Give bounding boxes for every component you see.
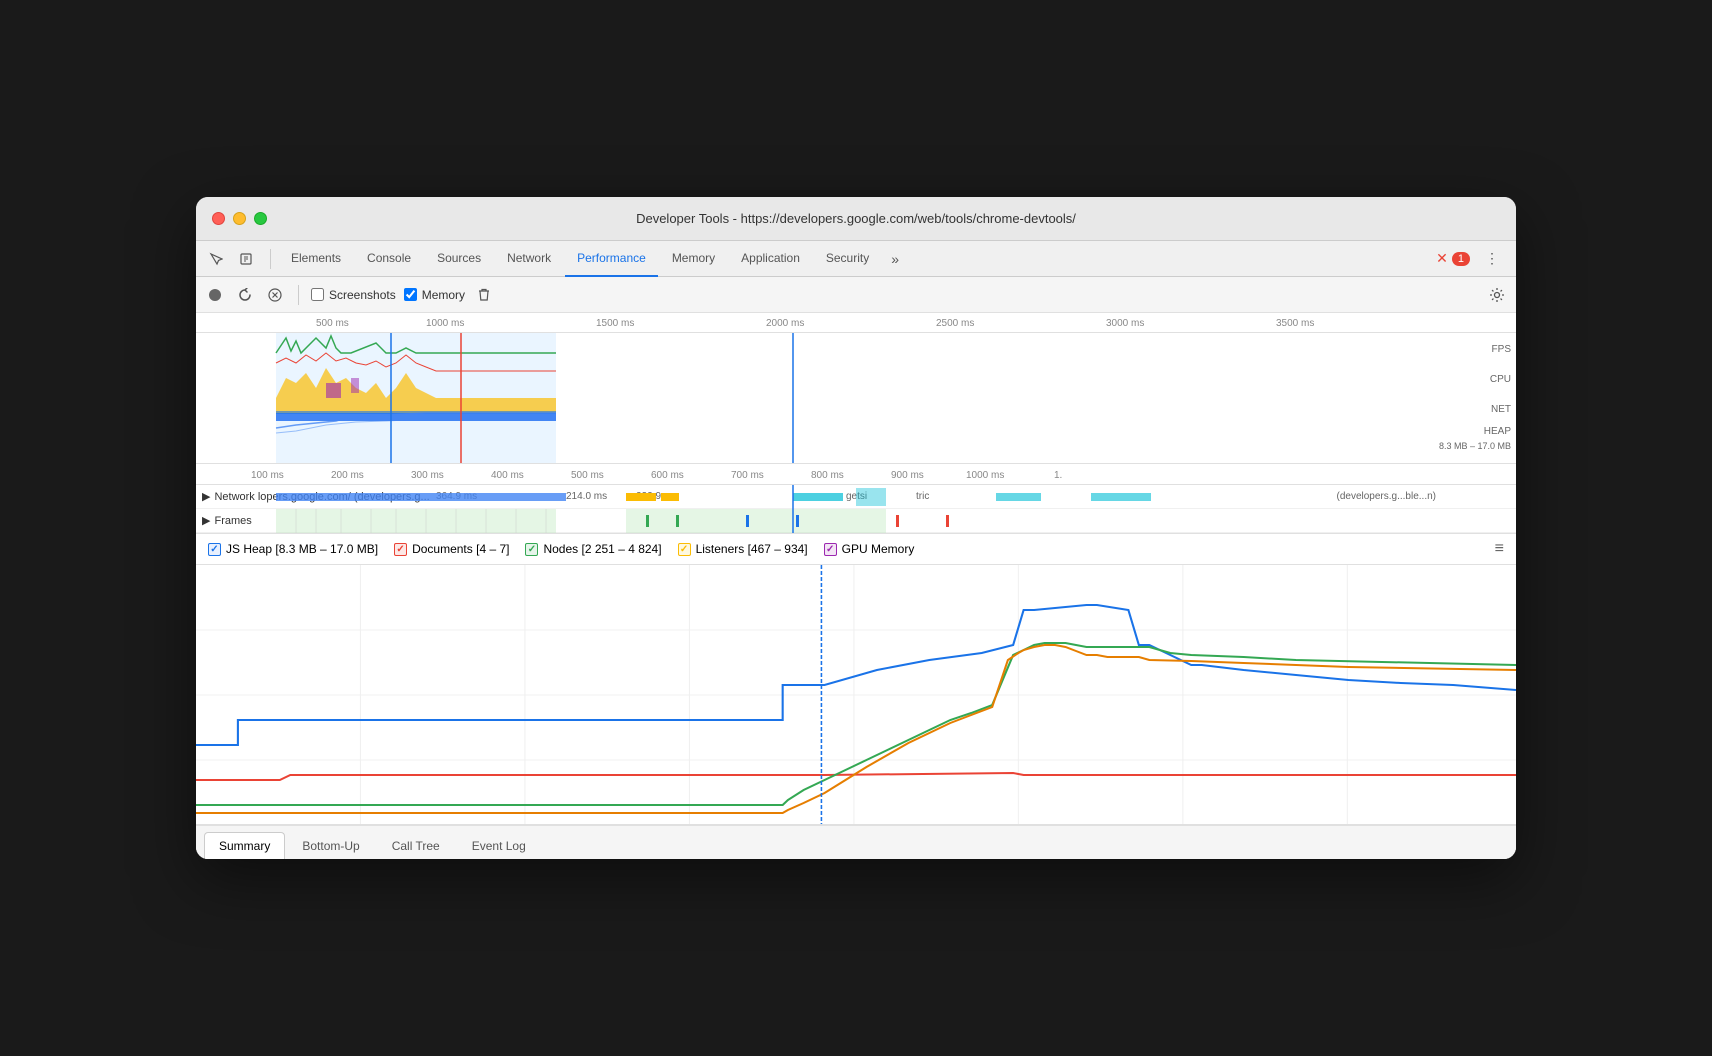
timeline-overview: 500 ms 1000 ms 1500 ms 2000 ms 2500 ms 3… bbox=[196, 313, 1516, 534]
ruler-label-1500: 1500 ms bbox=[596, 318, 634, 329]
clear-button[interactable] bbox=[264, 284, 286, 306]
error-count: 1 bbox=[1452, 252, 1470, 266]
main-tabs: Elements Console Sources Network Perform… bbox=[196, 241, 1516, 277]
nodes-check[interactable]: ✓ bbox=[525, 543, 538, 556]
error-indicator: ✕ 1 bbox=[1436, 250, 1470, 267]
ruler-label-2500: 2500 ms bbox=[936, 318, 974, 329]
devtools-menu-icon[interactable]: ⋮ bbox=[1480, 247, 1504, 271]
legend-menu-icon[interactable]: ≡ bbox=[1495, 540, 1504, 558]
tab-summary[interactable]: Summary bbox=[204, 832, 285, 859]
svg-text:300 ms: 300 ms bbox=[411, 470, 444, 481]
heap-label: HEAP 8.3 MB – 17.0 MB bbox=[1439, 425, 1511, 453]
svg-text:400 ms: 400 ms bbox=[491, 470, 524, 481]
svg-text:600 ms: 600 ms bbox=[651, 470, 684, 481]
network-track: ▶ Network lopers.google.com/ (developers… bbox=[196, 485, 1516, 509]
tab-network[interactable]: Network bbox=[495, 241, 563, 277]
settings-button[interactable] bbox=[1486, 284, 1508, 306]
memory-checkbox[interactable]: Memory bbox=[404, 288, 465, 302]
legend-listeners: ✓ Listeners [467 – 934] bbox=[678, 542, 808, 556]
svg-text:700 ms: 700 ms bbox=[731, 470, 764, 481]
legend-documents: ✓ Documents [4 – 7] bbox=[394, 542, 509, 556]
titlebar: Developer Tools - https://developers.goo… bbox=[196, 197, 1516, 241]
svg-text:200 ms: 200 ms bbox=[331, 470, 364, 481]
listeners-label: Listeners [467 – 934] bbox=[696, 542, 808, 556]
listeners-check[interactable]: ✓ bbox=[678, 543, 691, 556]
tab-elements[interactable]: Elements bbox=[279, 241, 353, 277]
fps-cpu-chart: FPS CPU NET HEAP 8.3 MB – 17.0 MB bbox=[196, 333, 1516, 463]
gpumemory-check[interactable]: ✓ bbox=[824, 543, 837, 556]
record-button[interactable] bbox=[204, 284, 226, 306]
ruler-label-2000: 2000 ms bbox=[766, 318, 804, 329]
tab-call-tree[interactable]: Call Tree bbox=[377, 832, 455, 859]
traffic-lights bbox=[212, 212, 267, 225]
ruler-label-1000: 1000 ms bbox=[426, 318, 464, 329]
svg-text:1000 ms: 1000 ms bbox=[966, 470, 1004, 481]
net-label: NET bbox=[1439, 395, 1511, 425]
memory-chart bbox=[196, 565, 1516, 825]
svg-text:100 ms: 100 ms bbox=[251, 470, 284, 481]
frames-bars bbox=[196, 509, 1516, 533]
svg-text:1.: 1. bbox=[1054, 470, 1062, 481]
side-labels: FPS CPU NET HEAP 8.3 MB – 17.0 MB bbox=[1439, 335, 1511, 453]
tab-event-log[interactable]: Event Log bbox=[457, 832, 541, 859]
inspect-icon[interactable] bbox=[234, 247, 258, 271]
tab-memory[interactable]: Memory bbox=[660, 241, 727, 277]
frames-track: ▶ Frames bbox=[196, 509, 1516, 533]
refresh-button[interactable] bbox=[234, 284, 256, 306]
minimize-button[interactable] bbox=[233, 212, 246, 225]
bottom-ruler: 100 ms 200 ms 300 ms 400 ms 500 ms 600 m… bbox=[196, 463, 1516, 485]
screenshots-input[interactable] bbox=[311, 288, 324, 301]
svg-text:900 ms: 900 ms bbox=[891, 470, 924, 481]
svg-text:500 ms: 500 ms bbox=[571, 470, 604, 481]
bottom-tabs-bar: Summary Bottom-Up Call Tree Event Log bbox=[196, 825, 1516, 859]
error-icon: ✕ bbox=[1436, 250, 1448, 267]
ruler-label-3000: 3000 ms bbox=[1106, 318, 1144, 329]
network-bars bbox=[196, 485, 1516, 509]
maximize-button[interactable] bbox=[254, 212, 267, 225]
jsheap-label: JS Heap [8.3 MB – 17.0 MB] bbox=[226, 542, 378, 556]
jsheap-check[interactable]: ✓ bbox=[208, 543, 221, 556]
tab-console[interactable]: Console bbox=[355, 241, 423, 277]
documents-label: Documents [4 – 7] bbox=[412, 542, 509, 556]
ruler-label-3500: 3500 ms bbox=[1276, 318, 1314, 329]
tab-bottom-up[interactable]: Bottom-Up bbox=[287, 832, 374, 859]
nodes-label: Nodes [2 251 – 4 824] bbox=[543, 542, 661, 556]
tab-security[interactable]: Security bbox=[814, 241, 881, 277]
tracks-area: ▶ Network lopers.google.com/ (developers… bbox=[196, 485, 1516, 533]
documents-check[interactable]: ✓ bbox=[394, 543, 407, 556]
cpu-label: CPU bbox=[1439, 365, 1511, 395]
fps-label: FPS bbox=[1439, 335, 1511, 365]
svg-text:800 ms: 800 ms bbox=[811, 470, 844, 481]
cursor-icon[interactable] bbox=[204, 247, 228, 271]
legend-gpumemory: ✓ GPU Memory bbox=[824, 542, 915, 556]
gpumemory-label: GPU Memory bbox=[842, 542, 915, 556]
memory-legend: ✓ JS Heap [8.3 MB – 17.0 MB] ✓ Documents… bbox=[196, 534, 1516, 565]
divider1 bbox=[298, 285, 299, 305]
devtools-window: Developer Tools - https://developers.goo… bbox=[196, 197, 1516, 859]
window-title: Developer Tools - https://developers.goo… bbox=[636, 211, 1076, 226]
performance-toolbar: Screenshots Memory bbox=[196, 277, 1516, 313]
more-tabs-icon[interactable]: » bbox=[883, 251, 907, 267]
ruler-label-500: 500 ms bbox=[316, 318, 349, 329]
tab-application[interactable]: Application bbox=[729, 241, 812, 277]
close-button[interactable] bbox=[212, 212, 225, 225]
tab-performance[interactable]: Performance bbox=[565, 241, 658, 277]
memory-input[interactable] bbox=[404, 288, 417, 301]
delete-recording-button[interactable] bbox=[473, 284, 495, 306]
screenshots-checkbox[interactable]: Screenshots bbox=[311, 288, 396, 302]
legend-nodes: ✓ Nodes [2 251 – 4 824] bbox=[525, 542, 661, 556]
legend-jsheap: ✓ JS Heap [8.3 MB – 17.0 MB] bbox=[208, 542, 378, 556]
top-ruler: 500 ms 1000 ms 1500 ms 2000 ms 2500 ms 3… bbox=[196, 313, 1516, 333]
devtools-panel: Elements Console Sources Network Perform… bbox=[196, 241, 1516, 859]
tab-sources[interactable]: Sources bbox=[425, 241, 493, 277]
